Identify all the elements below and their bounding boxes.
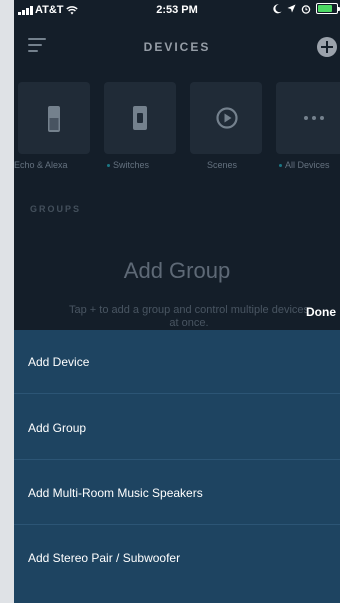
done-button[interactable]: Done bbox=[306, 305, 336, 319]
status-right-icons bbox=[273, 3, 340, 14]
scenes-play-icon bbox=[216, 107, 238, 129]
groups-heading: GROUPS bbox=[30, 204, 82, 214]
tile-label-text: Scenes bbox=[207, 160, 238, 170]
tile-label-scenes: Scenes bbox=[207, 160, 237, 170]
tile-switches[interactable] bbox=[104, 82, 176, 154]
tile-label-echo-alexa: Echo & Alexa bbox=[14, 160, 68, 170]
tile-labels: Echo & Alexa Switches Scenes All Devices bbox=[0, 160, 340, 174]
tile-label-text: Switches bbox=[113, 160, 150, 170]
status-dot bbox=[107, 164, 110, 168]
add-stereo-pair-option[interactable]: Add Stereo Pair / Subwoofer bbox=[14, 526, 340, 590]
tile-label-text: All Devices bbox=[285, 160, 330, 170]
add-group-empty-title: Add Group bbox=[123, 258, 231, 283]
tile-scenes[interactable] bbox=[190, 82, 262, 154]
header: DEVICES bbox=[14, 20, 340, 72]
battery-level bbox=[318, 5, 332, 12]
status-dot bbox=[279, 164, 282, 168]
tile-echo-alexa[interactable] bbox=[18, 82, 90, 154]
add-multi-room-speakers-option[interactable]: Add Multi-Room Music Speakers bbox=[14, 461, 340, 525]
add-group-empty-subtitle: Tap + to add a group and control multipl… bbox=[69, 304, 310, 329]
add-group-option[interactable]: Add Group bbox=[14, 396, 340, 460]
tile-label-text: Echo & Alexa bbox=[14, 160, 68, 170]
tile-label-all-devices: All Devices bbox=[279, 160, 330, 170]
device-category-tiles bbox=[18, 82, 340, 154]
status-bar: AT&T 2:53 PM bbox=[14, 0, 340, 20]
battery-icon bbox=[316, 3, 340, 14]
add-action-sheet: Add Device Add Group Add Multi-Room Musi… bbox=[14, 330, 340, 603]
tile-all-devices[interactable] bbox=[276, 82, 340, 154]
tile-label-switches: Switches bbox=[107, 160, 149, 170]
moon-icon bbox=[273, 3, 282, 13]
page-title: DEVICES bbox=[143, 40, 211, 54]
alarm-icon bbox=[301, 4, 311, 14]
location-arrow-icon bbox=[287, 4, 296, 13]
add-device-option[interactable]: Add Device bbox=[14, 330, 340, 394]
plus-circle-icon[interactable] bbox=[317, 37, 337, 57]
more-dots-icon bbox=[304, 116, 324, 120]
echo-speaker-icon bbox=[48, 106, 60, 132]
switch-icon bbox=[133, 106, 147, 130]
